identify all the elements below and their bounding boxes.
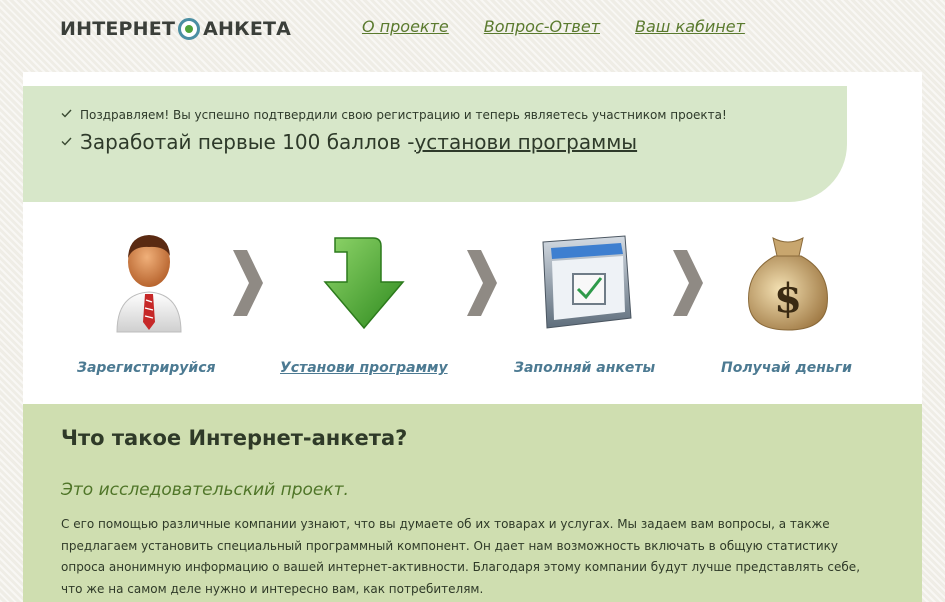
- main-panel: Поздравляем! Вы успешно подтвердили свою…: [23, 72, 922, 602]
- logo[interactable]: ИНТЕРНЕТ АНКЕТА: [60, 16, 291, 42]
- download-arrow-icon: [321, 232, 407, 336]
- step-label-install[interactable]: Установи программу: [280, 360, 448, 376]
- checkmark-icon: [61, 134, 72, 150]
- user-icon: [115, 230, 183, 338]
- money-bag-icon: $: [745, 232, 831, 336]
- logo-text-part1: ИНТЕРНЕТ: [60, 18, 176, 40]
- nav-link-faq[interactable]: Вопрос-Ответ: [484, 17, 600, 36]
- svg-text:$: $: [774, 275, 802, 322]
- header: ИНТЕРНЕТ АНКЕТА О проекте Вопрос-Ответ В…: [0, 0, 945, 72]
- step-chevron-icon: [671, 248, 705, 322]
- install-programs-link[interactable]: установи программы: [414, 130, 637, 154]
- banner-earn-text: Заработай первые 100 баллов -: [80, 130, 415, 154]
- step-chevron-icon: [231, 248, 265, 322]
- about-title: Что такое Интернет-анкета?: [61, 426, 408, 450]
- banner-congrats: Поздравляем! Вы успешно подтвердили свою…: [61, 108, 727, 122]
- about-section: Что такое Интернет-анкета? Это исследова…: [23, 404, 922, 602]
- about-text: С его помощью различные компании узнают,…: [61, 517, 861, 596]
- step-label-fill: Заполняй анкеты: [514, 360, 656, 376]
- logo-text-part2: АНКЕТА: [203, 18, 292, 40]
- checkmark-icon: [61, 109, 72, 121]
- nav-link-cabinet[interactable]: Ваш кабинет: [635, 17, 745, 36]
- about-subtitle: Это исследовательский проект.: [61, 480, 349, 500]
- checkbox-window-icon: [539, 234, 633, 334]
- nav-link-about[interactable]: О проекте: [362, 17, 449, 36]
- step-label-earn: Получай деньги: [721, 360, 852, 376]
- top-nav: О проекте Вопрос-Ответ Ваш кабинет: [362, 17, 745, 36]
- banner-earn: Заработай первые 100 баллов - установи пр…: [61, 130, 637, 154]
- step-label-register: Зарегистрируйся: [77, 360, 216, 376]
- step-chevron-icon: [465, 248, 499, 322]
- logo-circle-icon: [178, 18, 201, 40]
- welcome-banner: Поздравляем! Вы успешно подтвердили свою…: [23, 86, 847, 202]
- banner-congrats-text: Поздравляем! Вы успешно подтвердили свою…: [80, 108, 727, 122]
